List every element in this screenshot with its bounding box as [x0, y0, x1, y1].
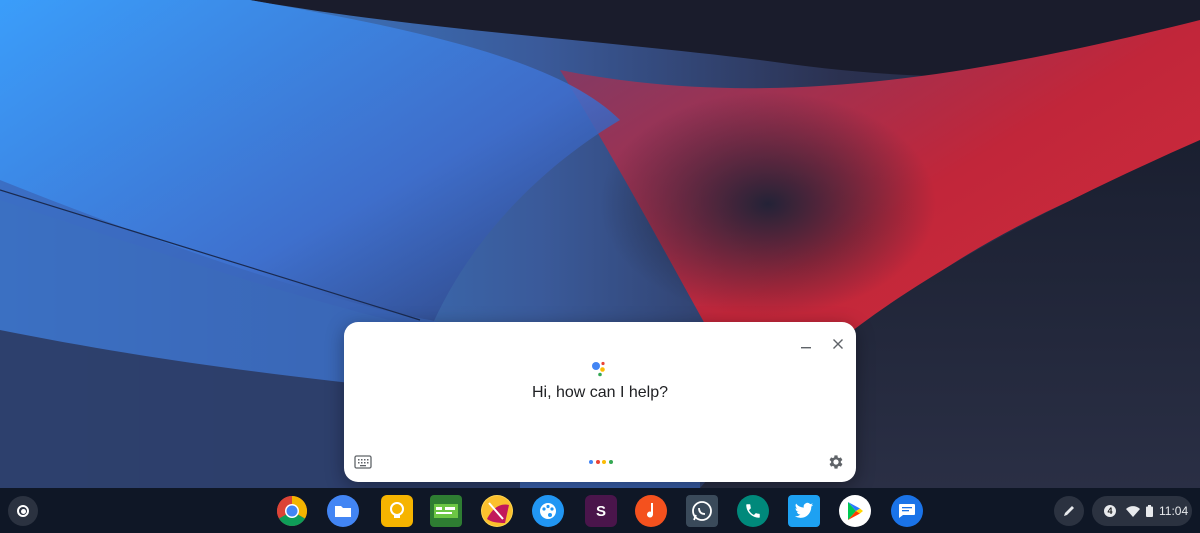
- launcher-icon: [17, 505, 29, 517]
- clock: 11:04: [1159, 504, 1189, 518]
- app-chrome-canvas[interactable]: [532, 495, 564, 527]
- phone-icon: [746, 504, 760, 518]
- listening-dots: [589, 460, 613, 466]
- battery-icon: [1146, 505, 1153, 517]
- app-play-store[interactable]: [839, 495, 871, 527]
- minimize-icon: [801, 347, 811, 349]
- google-assistant-logo-icon: [592, 361, 605, 377]
- app-music[interactable]: [635, 495, 667, 527]
- stylus-tools-button[interactable]: [1054, 496, 1084, 526]
- minimize-button[interactable]: [796, 334, 816, 354]
- keyboard-icon: [354, 455, 372, 469]
- play-store-icon: [848, 502, 863, 520]
- chrome-icon: [276, 496, 308, 527]
- app-keep[interactable]: [381, 495, 413, 527]
- app-slack[interactable]: S: [585, 495, 617, 527]
- notification-count-badge: 4: [1104, 505, 1116, 517]
- close-button[interactable]: [828, 334, 848, 354]
- app-files[interactable]: [327, 495, 359, 527]
- music-note-icon: [647, 503, 654, 518]
- folder-icon: [335, 506, 351, 517]
- dot-red: [595, 460, 600, 464]
- app-phone[interactable]: [737, 495, 769, 527]
- messages-icon: [899, 504, 915, 518]
- keyboard-input-button[interactable]: [354, 454, 374, 472]
- app-twitter[interactable]: [788, 495, 820, 527]
- whatsapp-icon: [692, 501, 712, 521]
- assistant-settings-button[interactable]: [827, 453, 847, 473]
- launcher-button[interactable]: [8, 496, 38, 526]
- app-messages[interactable]: [891, 495, 923, 527]
- pen-icon: [1064, 506, 1074, 516]
- gear-icon: [829, 455, 843, 469]
- lightbulb-icon: [390, 502, 404, 518]
- status-tray[interactable]: 4 11:04: [1092, 496, 1192, 526]
- twitter-bird-icon: [794, 502, 814, 518]
- shelf: S 4 11:04: [0, 488, 1200, 533]
- earth-icon: [482, 496, 512, 526]
- slack-icon: S: [595, 502, 606, 520]
- close-icon: [833, 339, 843, 349]
- dot-blue: [589, 460, 593, 464]
- app-whatsapp[interactable]: [686, 495, 718, 527]
- palette-icon: [540, 503, 556, 519]
- assistant-card: Hi, how can I help?: [344, 322, 856, 482]
- duolingo-icon: [434, 504, 458, 518]
- dot-green: [608, 460, 613, 464]
- assistant-greeting: Hi, how can I help?: [531, 384, 669, 401]
- app-duolingo[interactable]: [430, 495, 462, 527]
- dot-yellow: [602, 460, 607, 464]
- wifi-icon: [1126, 505, 1140, 517]
- app-chrome[interactable]: [276, 495, 308, 527]
- app-google-earth[interactable]: [481, 495, 513, 527]
